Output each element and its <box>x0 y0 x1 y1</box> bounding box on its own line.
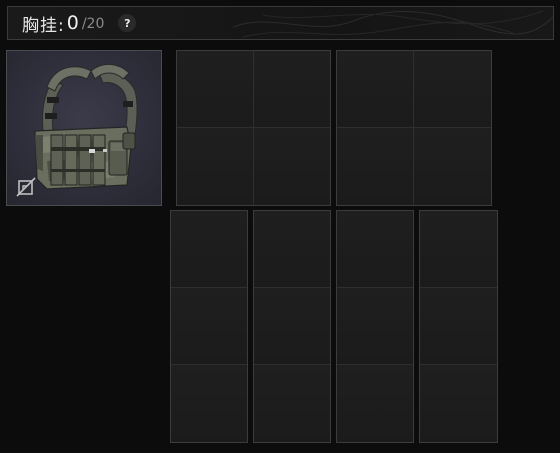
rig-capacity: 20 <box>86 16 105 32</box>
pouch-d-grid <box>253 210 331 443</box>
storage-cell[interactable] <box>177 51 254 128</box>
header-texture <box>233 10 553 38</box>
storage-cell[interactable] <box>254 288 330 365</box>
pouch-e-grid <box>336 210 414 443</box>
rig-item-count: 0 <box>66 12 79 34</box>
storage-cell[interactable] <box>337 288 413 365</box>
storage-cell[interactable] <box>177 128 254 205</box>
storage-cell[interactable] <box>420 365 497 442</box>
storage-cell[interactable] <box>414 128 491 205</box>
storage-cell[interactable] <box>337 128 414 205</box>
storage-cell[interactable] <box>171 211 247 288</box>
storage-cell[interactable] <box>337 211 413 288</box>
storage-cell[interactable] <box>253 128 330 205</box>
storage-cell[interactable] <box>337 365 413 442</box>
storage-cell[interactable] <box>254 365 330 442</box>
storage-cell[interactable] <box>254 211 330 288</box>
pouch-c-grid <box>170 210 248 443</box>
storage-cell[interactable] <box>171 288 247 365</box>
pouch-f-grid <box>419 210 498 443</box>
storage-cell[interactable] <box>414 51 491 128</box>
unequip-icon[interactable] <box>15 176 37 198</box>
storage-cell[interactable] <box>171 365 247 442</box>
rig-title: 胸挂: <box>22 15 65 36</box>
pouch-a-grid <box>176 50 331 206</box>
storage-cell[interactable] <box>420 211 497 288</box>
rig-header: 胸挂: 0 / 20 ? <box>7 6 554 40</box>
equipped-chest-rig-slot[interactable] <box>6 50 162 206</box>
storage-cell[interactable] <box>337 51 414 128</box>
storage-cell[interactable] <box>253 51 330 128</box>
pouch-b-grid <box>336 50 492 206</box>
help-button[interactable]: ? <box>118 14 137 32</box>
storage-cell[interactable] <box>420 288 497 365</box>
